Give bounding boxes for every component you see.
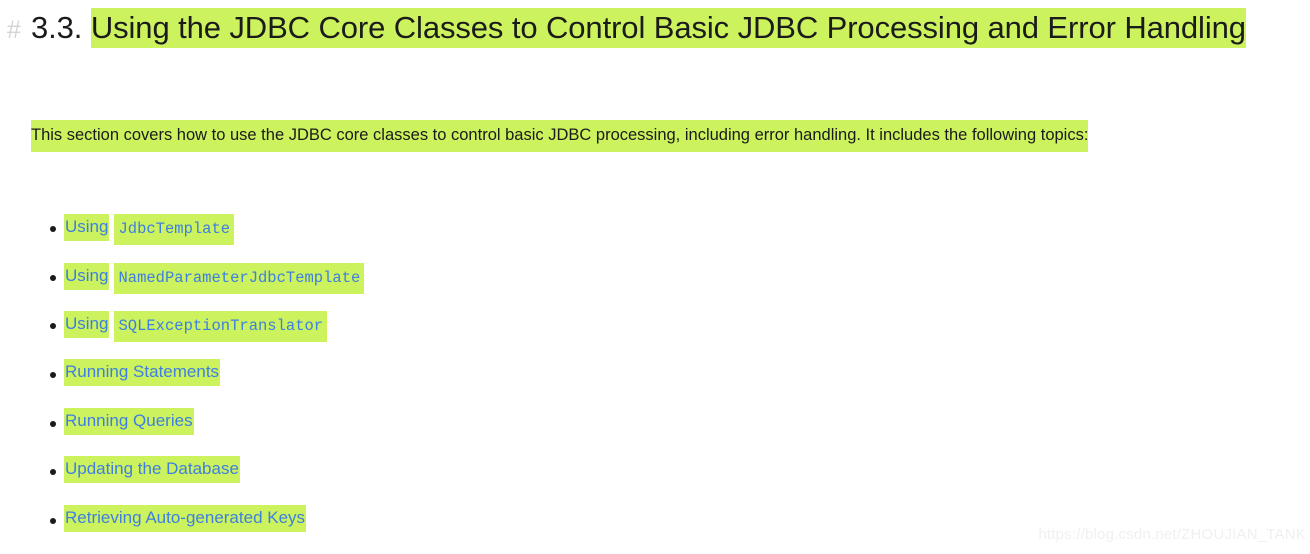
topic-link[interactable]: Running Statements [64,359,221,387]
topic-code-span[interactable]: SQLExceptionTranslator [114,311,328,343]
bullet-icon [50,469,56,476]
bullet-icon [50,226,56,232]
topic-link[interactable]: Running Queries [64,407,194,435]
list-item: Updating the Database [0,456,1310,505]
intro-paragraph-block: This section covers how to use the JDBC … [31,118,1310,153]
topic-link[interactable]: Using [64,311,110,339]
bullet-icon [50,372,56,379]
section-number: 3.3. [31,10,83,45]
topic-link[interactable]: Using [64,214,110,241]
intro-paragraph-text: This section covers how to use the JDBC … [31,120,1089,152]
document-page: # 3.3. Using the JDBC Core Classes to Co… [0,0,1310,550]
bullet-icon [50,323,56,330]
topic-code-span[interactable]: JdbcTemplate [114,214,235,245]
watermark: https://blog.csdn.net/ZHOUJIAN_TANK [1038,526,1306,543]
list-item: Using JdbcTemplate [0,213,1310,262]
list-item: Running Statements [0,359,1310,408]
bullet-icon [50,518,56,525]
topic-link[interactable]: Updating the Database [64,456,240,484]
list-item: Using NamedParameterJdbcTemplate [0,262,1310,311]
section-title-text: Using the JDBC Core Classes to Control B… [90,8,1246,48]
bullet-icon [50,420,56,427]
bullet-icon [50,274,56,281]
topics-list: Using JdbcTemplate Using NamedParameterJdb… [0,213,1310,554]
topic-link[interactable]: Retrieving Auto-generated Keys [64,505,307,533]
intro-paragraph: This section covers how to use the JDBC … [31,118,1310,153]
list-item: Running Queries [0,407,1310,457]
hash-icon[interactable]: # [7,18,21,43]
topic-link[interactable]: Using [64,262,110,290]
page-title: 3.3. Using the JDBC Core Classes to Cont… [0,8,1310,48]
section-heading-block: # 3.3. Using the JDBC Core Classes to Co… [0,8,1310,48]
list-item: Using SQLExceptionTranslator [0,310,1310,359]
topic-code-span[interactable]: NamedParameterJdbcTemplate [114,262,365,294]
